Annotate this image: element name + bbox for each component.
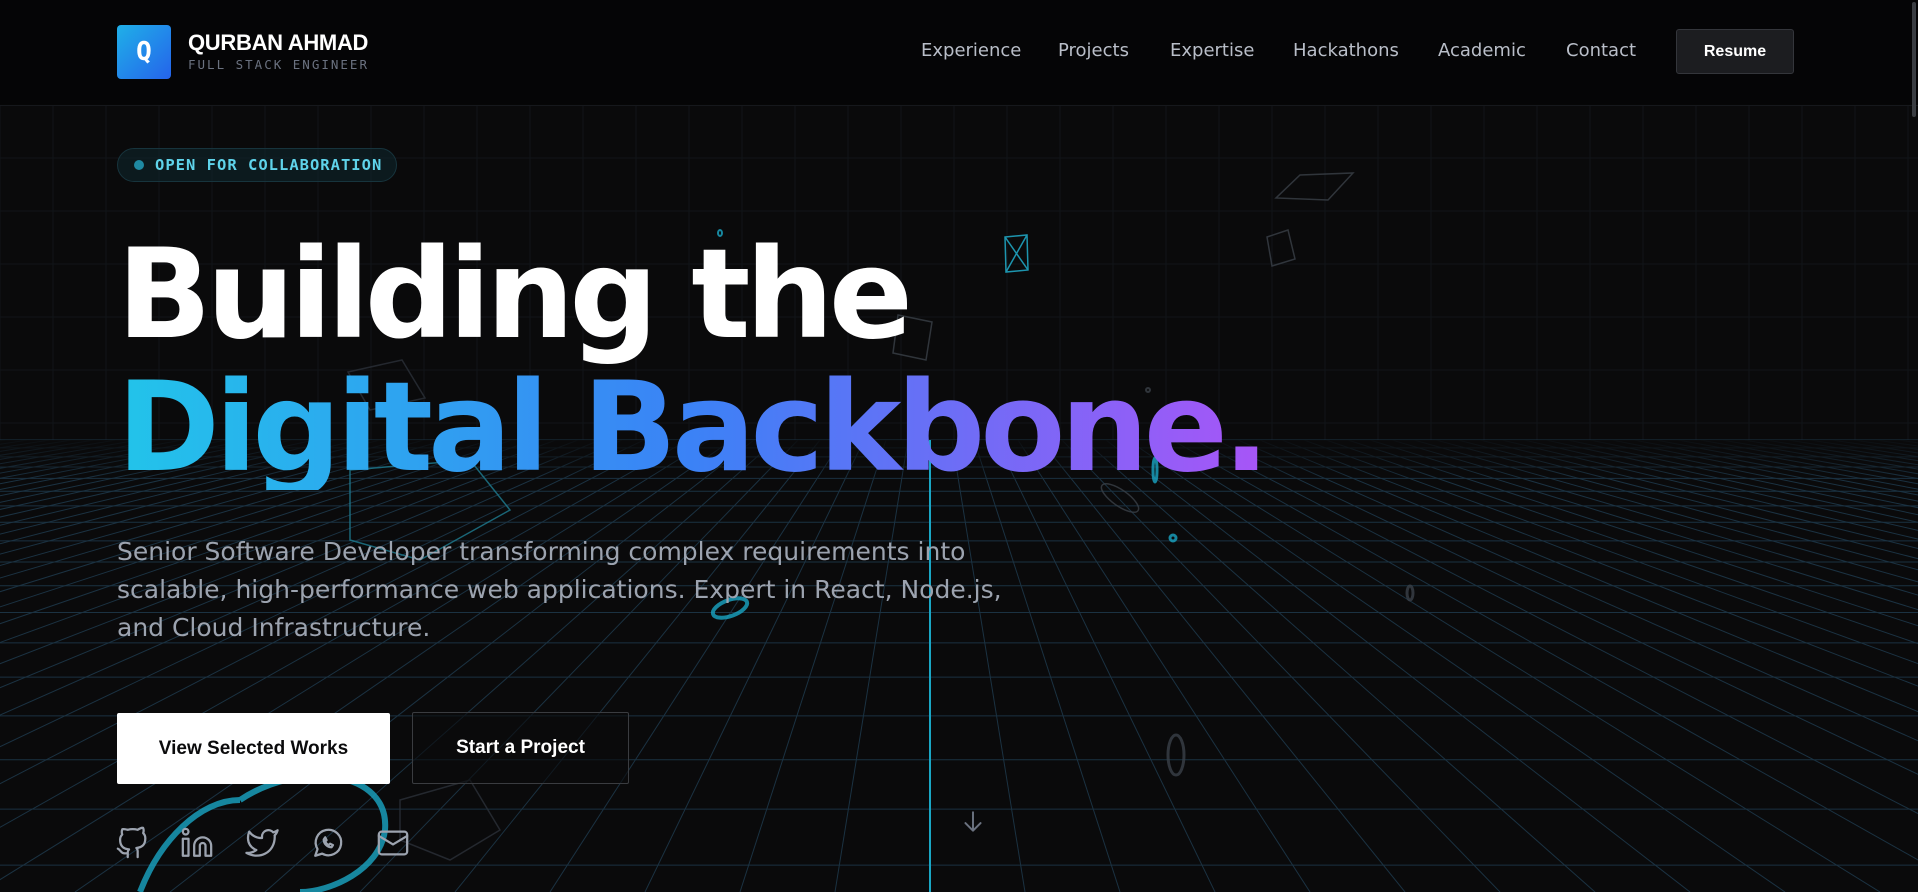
nav-expertise[interactable]: Expertise [1170, 40, 1254, 61]
badge-label: OPEN FOR COLLABORATION [155, 156, 383, 174]
hero-subtitle: Senior Software Developer transforming c… [117, 537, 1002, 642]
whatsapp-icon[interactable] [311, 826, 345, 860]
brand-name[interactable]: QURBAN AHMAD [188, 30, 368, 56]
nav-hackathons[interactable]: Hackathons [1293, 40, 1399, 61]
nav-contact[interactable]: Contact [1566, 40, 1636, 61]
mail-icon[interactable] [376, 826, 410, 860]
start-project-button[interactable]: Start a Project [412, 712, 629, 784]
collaboration-badge: OPEN FOR COLLABORATION [117, 148, 397, 182]
resume-button[interactable]: Resume [1676, 29, 1794, 74]
github-icon[interactable] [115, 826, 149, 860]
hero-headline-line2: Digital Backbone. [117, 356, 1270, 500]
brand-tagline: FULL STACK ENGINEER [188, 57, 369, 72]
status-dot-icon [134, 160, 144, 170]
page-scrollbar[interactable] [1912, 2, 1916, 117]
twitter-icon[interactable] [245, 826, 279, 860]
linkedin-icon[interactable] [180, 826, 214, 860]
top-navigation-bar: Q QURBAN AHMAD FULL STACK ENGINEER Exper… [0, 0, 1918, 106]
nav-projects[interactable]: Projects [1058, 40, 1129, 61]
view-selected-works-button[interactable]: View Selected Works [117, 713, 390, 784]
scroll-down-arrow-icon[interactable] [960, 808, 986, 836]
hero-headline-line1: Building the [117, 223, 913, 367]
brand-logo[interactable]: Q [117, 25, 171, 79]
hero-section: OPEN FOR COLLABORATION Building the Digi… [0, 0, 1918, 892]
nav-academic[interactable]: Academic [1438, 40, 1526, 61]
nav-experience[interactable]: Experience [921, 40, 1021, 61]
